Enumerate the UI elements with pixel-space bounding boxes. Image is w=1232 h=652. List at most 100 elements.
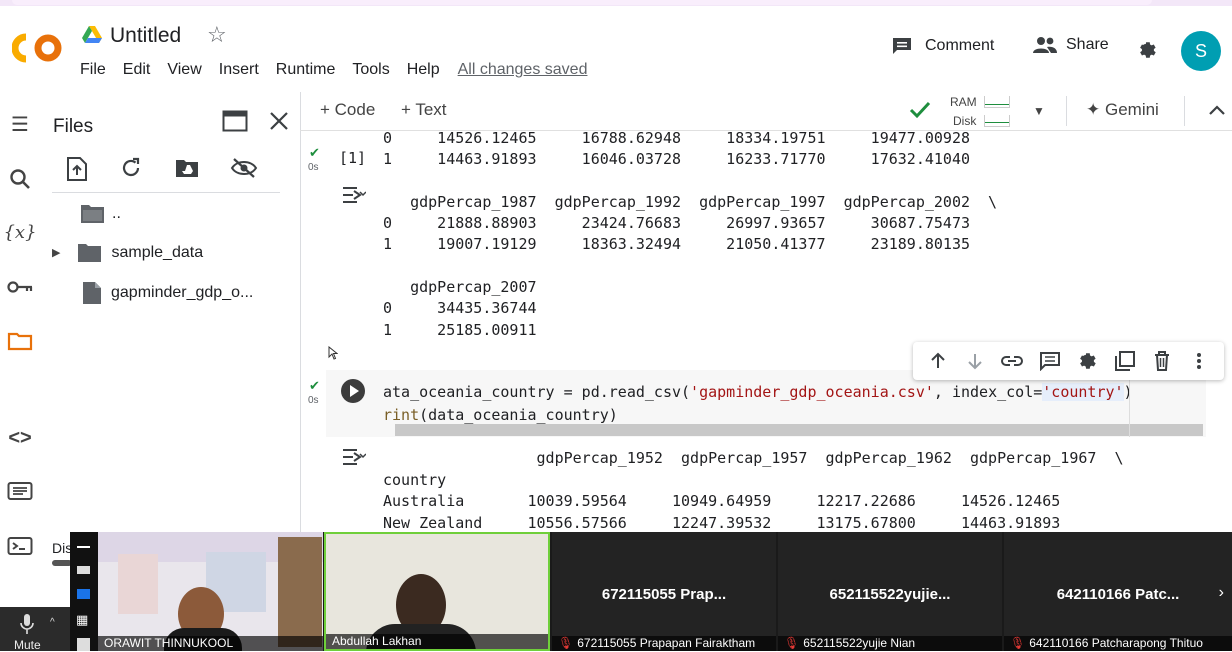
folder-icon xyxy=(81,205,104,223)
code-token: (data_oceania_country) xyxy=(419,406,618,424)
output-line: gdpPercap_1987 gdpPercap_1992 gdpPercap_… xyxy=(383,192,998,211)
view-speaker-icon[interactable] xyxy=(77,566,90,574)
menu-view[interactable]: View xyxy=(167,61,201,79)
comment-button[interactable]: Comment xyxy=(891,36,994,56)
command-palette-icon[interactable] xyxy=(6,477,34,505)
code-snippets-icon[interactable]: <> xyxy=(6,424,34,452)
tree-item-label: sample_data xyxy=(111,243,204,261)
view-other-icon[interactable] xyxy=(77,638,90,651)
menu-edit[interactable]: Edit xyxy=(123,61,151,79)
meeting-view-controls: ▦ xyxy=(70,532,98,651)
poster xyxy=(118,554,158,614)
add-code-button[interactable]: + Code xyxy=(320,100,375,120)
output-line: 1 19007.19129 18363.32494 21050.41377 23… xyxy=(383,235,970,254)
move-down-arrow-icon[interactable] xyxy=(962,351,988,371)
menu-insert[interactable]: Insert xyxy=(219,61,259,79)
tree-item-parent[interactable]: .. xyxy=(80,203,121,224)
code-editor[interactable]: ata_oceania_country = pd.read_csv('gapmi… xyxy=(383,381,1133,427)
move-up-arrow-icon[interactable] xyxy=(925,351,951,371)
participant-display-name: 672115055 Prap... xyxy=(601,586,727,603)
add-text-button[interactable]: + Text xyxy=(401,100,447,120)
upload-file-icon[interactable] xyxy=(66,156,88,182)
participant-tile-active[interactable]: Abdullah Lakhan xyxy=(324,532,550,651)
disk-label: Disk xyxy=(953,114,977,128)
menu-help[interactable]: Help xyxy=(407,61,440,79)
expand-caret-icon[interactable]: ▶ xyxy=(52,246,60,259)
output-line: country xyxy=(383,470,447,489)
muted-mic-icon: 🎙 xyxy=(784,636,800,650)
share-button[interactable]: Share xyxy=(1032,36,1109,54)
editor-ruler xyxy=(1129,370,1130,437)
cell-2-success-icon: ✔ xyxy=(309,378,320,393)
output-line: 0 34435.36744 xyxy=(383,299,537,318)
search-icon[interactable] xyxy=(6,165,34,193)
close-panel-icon[interactable] xyxy=(268,110,290,132)
view-strip-icon[interactable] xyxy=(77,589,90,599)
secrets-key-icon[interactable] xyxy=(6,273,34,301)
output-line: 1 14463.91893 16046.03728 16233.71770 17… xyxy=(383,150,970,169)
top-strip xyxy=(0,0,1232,6)
output-line: 0 14526.12465 16788.62948 18334.19751 19… xyxy=(383,131,970,147)
participant-name: Abdullah Lakhan xyxy=(326,634,548,649)
output-line: gdpPercap_2007 xyxy=(383,278,537,297)
drive-icon[interactable] xyxy=(82,26,102,44)
variables-icon[interactable]: {𝑥} xyxy=(3,218,36,246)
toolbar-divider xyxy=(1184,96,1185,126)
files-panel-title: Files xyxy=(53,116,94,137)
gemini-button[interactable]: ✦ Gemini xyxy=(1086,100,1159,120)
connected-check-icon[interactable] xyxy=(908,100,932,120)
participant-tile[interactable]: ORAWIT THINNUKOOL xyxy=(98,532,323,651)
menu-runtime[interactable]: Runtime xyxy=(276,61,336,79)
status-scroll xyxy=(52,560,72,566)
participant-tile[interactable]: 672115055 Prap... 🎙 672115055 Prapapan Fa… xyxy=(552,532,776,651)
horizontal-scrollbar[interactable] xyxy=(395,424,1203,436)
colab-logo-icon[interactable] xyxy=(12,33,64,63)
mouse-cursor-icon xyxy=(328,346,338,360)
save-status[interactable]: All changes saved xyxy=(458,61,588,79)
participant-tile[interactable]: 652115522yujie... 🎙 652115522yujie Nian xyxy=(778,532,1002,651)
minimize-icon[interactable] xyxy=(77,546,90,548)
participant-display-name: 642110166 Patc... xyxy=(1056,586,1180,603)
output-actions-icon[interactable] xyxy=(340,185,366,205)
mount-drive-icon[interactable] xyxy=(174,157,200,179)
output-line: Australia 10039.59564 10949.64959 12217.… xyxy=(383,492,1061,510)
collapse-chevron-up-icon[interactable] xyxy=(1208,104,1226,116)
mic-options-caret-icon[interactable]: ^ xyxy=(50,617,55,628)
run-cell-button[interactable] xyxy=(341,379,365,403)
terminal-icon[interactable] xyxy=(6,532,34,560)
delete-trash-icon[interactable] xyxy=(1149,350,1175,372)
code-string: 'country' xyxy=(1042,383,1124,401)
notebook-title[interactable]: Untitled xyxy=(110,24,181,48)
tree-item-csv-file[interactable]: gapminder_gdp_o... xyxy=(82,281,253,305)
participant-name-text: 672115055 Prapapan Fairaktham xyxy=(577,636,756,650)
menu-file[interactable]: File xyxy=(80,61,106,79)
star-icon[interactable]: ☆ xyxy=(207,22,227,48)
next-page-chevron-icon[interactable]: › xyxy=(1219,584,1224,602)
output-actions-icon[interactable] xyxy=(340,447,366,467)
user-avatar[interactable]: S xyxy=(1181,31,1221,71)
tree-item-sample-data[interactable]: ▶ sample_data xyxy=(52,242,203,263)
mute-label[interactable]: Mute xyxy=(14,638,41,652)
files-folder-icon[interactable] xyxy=(6,327,34,355)
gallery-grid-icon[interactable]: ▦ xyxy=(76,612,88,628)
door xyxy=(278,537,322,647)
microphone-icon[interactable] xyxy=(20,613,34,635)
files-divider xyxy=(52,192,280,193)
open-in-window-icon[interactable] xyxy=(222,110,248,132)
participant-tile[interactable]: 642110166 Patc... 🎙 642110166 Patcharapon… xyxy=(1004,532,1232,651)
menu-tools[interactable]: Tools xyxy=(352,61,389,79)
more-options-icon[interactable] xyxy=(1186,351,1212,371)
hidden-files-icon[interactable] xyxy=(230,157,258,179)
link-icon[interactable] xyxy=(999,351,1025,371)
table-of-contents-icon[interactable]: ☰ xyxy=(6,110,34,138)
output-line: 1 25185.00911 xyxy=(383,320,537,339)
runtime-dropdown-icon[interactable]: ▼ xyxy=(1033,104,1045,118)
refresh-icon[interactable] xyxy=(120,157,142,179)
settings-gear-icon[interactable] xyxy=(1136,39,1158,61)
comment-icon[interactable] xyxy=(1037,351,1063,371)
cell-settings-gear-icon[interactable] xyxy=(1074,350,1100,372)
ram-meter xyxy=(984,96,1010,108)
mirror-cell-icon[interactable] xyxy=(1112,350,1138,372)
file-icon xyxy=(83,282,101,304)
